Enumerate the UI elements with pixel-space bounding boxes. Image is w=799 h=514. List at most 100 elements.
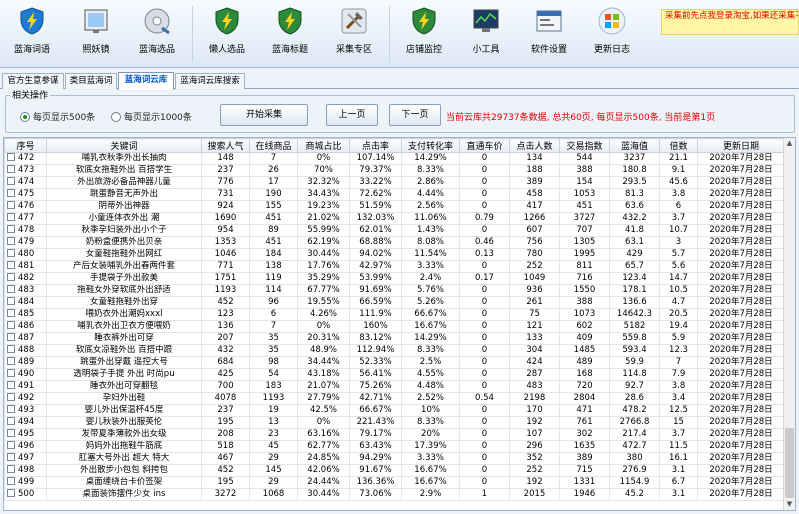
table-row[interactable]: 497 肛塞大号外出 超大 特大 467 29 24.85% 94.29% 3.33% 0 35… <box>4 452 785 465</box>
next-page-button[interactable]: 下一页 <box>389 104 441 126</box>
row-checkbox[interactable] <box>7 213 15 221</box>
row-checkbox[interactable] <box>7 165 15 173</box>
row-checkbox[interactable] <box>7 285 15 293</box>
table-row[interactable]: 498 外出散步小包包 斜挎包 452 145 42.06% 91.67% 16.67% 0 2… <box>4 464 785 477</box>
radio-500-per-page[interactable]: 每页显示500条 <box>20 110 95 123</box>
tab-category-words[interactable]: 类目蓝海词 <box>65 73 117 89</box>
table-row[interactable]: 493 婴儿外出保温杯45度 237 19 42.5% 66.67% 10% 0 170 471 4… <box>4 404 785 417</box>
row-checkbox[interactable] <box>7 297 15 305</box>
row-checkbox[interactable] <box>7 153 15 161</box>
table-row[interactable]: 480 女童鞋拖鞋外出网红 1046 184 30.44% 94.02% 11.54% 0.1… <box>4 248 785 261</box>
column-header[interactable]: 搜索人气 <box>201 138 250 153</box>
column-header[interactable]: 关键词 <box>46 138 202 153</box>
column-header[interactable]: 更新日期 <box>697 138 785 153</box>
toolbar-label: 蓝海选品 <box>138 45 175 55</box>
column-header[interactable]: 在线商品 <box>249 138 298 153</box>
toolbar-button-mirror[interactable]: 照妖镜 <box>68 4 124 64</box>
row-checkbox[interactable] <box>7 453 15 461</box>
vertical-scrollbar[interactable]: ▲ ▼ <box>783 138 795 510</box>
column-header[interactable]: 直通车价 <box>459 138 510 153</box>
table-row[interactable]: 489 跳蛋外出穿戴 遥控大号 684 98 34.44% 52.33% 2.5% 0 424 4… <box>4 356 785 369</box>
row-checkbox[interactable] <box>7 189 15 197</box>
row-checkbox[interactable] <box>7 237 15 245</box>
table-row[interactable]: 488 软底女凉鞋外出 百搭中跟 432 35 48.9% 112.94% 8.33% 0 30… <box>4 344 785 357</box>
row-checkbox[interactable] <box>7 225 15 233</box>
scroll-up-icon[interactable]: ▲ <box>784 138 795 149</box>
table-row[interactable]: 492 孕妇外出鞋 4078 1193 27.79% 42.71% 2.52% 0.54 219… <box>4 392 785 405</box>
column-header[interactable]: 点击率 <box>349 138 402 153</box>
table-row[interactable]: 484 女童鞋拖鞋外出穿 452 96 19.55% 66.59% 5.26% 0 261 388… <box>4 296 785 309</box>
column-header[interactable]: 商城占比 <box>297 138 350 153</box>
row-checkbox[interactable] <box>7 333 15 341</box>
row-checkbox[interactable] <box>7 393 15 401</box>
row-checkbox[interactable] <box>7 489 15 497</box>
column-header[interactable]: 蓝海值 <box>609 138 660 153</box>
row-checkbox[interactable] <box>7 249 15 257</box>
table-row[interactable]: 476 阴蒂外出神器 924 155 19.23% 51.59% 2.56% 0 417 451 6… <box>4 200 785 213</box>
row-checkbox[interactable] <box>7 405 15 413</box>
radio-1000-per-page[interactable]: 每页显示1000条 <box>111 110 192 123</box>
toolbar-button-product-selection[interactable]: 蓝海选品 <box>129 4 185 64</box>
table-row[interactable]: 477 小童连体衣外出 潮 1690 451 21.02% 132.03% 11.06% 0.… <box>4 212 785 225</box>
tab-official-analytics[interactable]: 官方生意参谋 <box>2 73 64 89</box>
table-row[interactable]: 500 桌面装饰摆件少女 ins 3272 1068 30.44% 73.06% 2.9% 1… <box>4 488 785 501</box>
row-checkbox[interactable] <box>7 309 15 317</box>
row-checkbox[interactable] <box>7 201 15 209</box>
table-row[interactable]: 485 喂奶衣外出潮妈xxxl 123 6 4.26% 111.9% 66.67% 0 75 10… <box>4 308 785 321</box>
table-row[interactable]: 478 秋季孕妇装外出小个子 954 89 55.99% 62.01% 1.43% 0 607 7… <box>4 224 785 237</box>
row-checkbox[interactable] <box>7 357 15 365</box>
toolbar-button-changelog[interactable]: 更新日志 <box>584 4 640 64</box>
column-header[interactable]: 支付转化率 <box>401 138 460 153</box>
row-checkbox[interactable] <box>7 381 15 389</box>
row-checkbox[interactable] <box>7 429 15 437</box>
table-row[interactable]: 479 奶粉盒便携外出贝亲 1353 451 62.19% 68.88% 8.08% 0.46… <box>4 236 785 249</box>
table-row[interactable]: 472 哺乳衣秋季外出长抽肉 148 7 0% 107.14% 14.29% 0 134 544 3… <box>4 152 785 165</box>
row-checkbox[interactable] <box>7 441 15 449</box>
row-checkbox[interactable] <box>7 261 15 269</box>
tab-cloud-library-search[interactable]: 蓝海词云库搜索 <box>175 73 245 89</box>
table-row[interactable]: 481 产后女装哺乳外出春两件套 771 138 17.76% 42.97% 3.33% 0 2… <box>4 260 785 273</box>
scroll-down-icon[interactable]: ▼ <box>784 499 795 510</box>
column-header[interactable]: 点击人数 <box>509 138 560 153</box>
table-row[interactable]: 473 软底女拖鞋外出 百搭学生 237 26 70% 79.37% 8.33% 0 188 38… <box>4 164 785 177</box>
start-collect-button[interactable]: 开始采集 <box>220 104 308 126</box>
column-header[interactable]: 倍数 <box>659 138 698 153</box>
data-cell: 432 <box>201 344 250 357</box>
tab-cloud-library[interactable]: 蓝海词云库 <box>118 72 174 90</box>
table-row[interactable]: 487 睡衣裤外出可穿 207 35 20.31% 83.12% 14.29% 0 133 409… <box>4 332 785 345</box>
toolbar-button-settings[interactable]: 软件设置 <box>521 4 577 64</box>
toolbar-button-lazy-selection[interactable]: 懒人选品 <box>199 4 255 64</box>
column-header[interactable]: 交易指数 <box>559 138 610 153</box>
table-row[interactable]: 475 跳蛋静音无声外出 731 190 34.43% 72.62% 4.44% 0 458 10… <box>4 188 785 201</box>
table-row[interactable]: 494 婴儿秋装外出服英伦 195 13 0% 221.43% 8.33% 0 192 761 27… <box>4 416 785 429</box>
table-row[interactable]: 495 发带夏季薄款外出女级 208 23 63.16% 79.17% 20% 0 107 302… <box>4 428 785 441</box>
row-checkbox[interactable] <box>7 345 15 353</box>
row-checkbox[interactable] <box>7 369 15 377</box>
table-row[interactable]: 490 透明袋子手提 外出 时尚pu 425 54 43.18% 56.41% 4.55% 0… <box>4 368 785 381</box>
toolbar-button-title[interactable]: 蓝海标题 <box>262 4 318 64</box>
scrollbar-thumb[interactable] <box>785 428 794 498</box>
table-row[interactable]: 483 拖鞋女外穿软底外出舒适 1193 114 67.77% 91.69% 5.76% 0 9… <box>4 284 785 297</box>
data-cell: 7.9 <box>659 368 698 381</box>
row-checkbox[interactable] <box>7 177 15 185</box>
table-row[interactable]: 499 桌面缠绕台卡价签架 195 29 24.44% 136.36% 16.67% 0 192… <box>4 476 785 489</box>
keyword-table[interactable]: 序号 关键词 搜索人气 在线商品 商城占比 点击率 支付转化率 直通车价 点击人数 交易指数 蓝海值… <box>3 137 796 511</box>
row-checkbox[interactable] <box>7 417 15 425</box>
keyword-cell: 小童连体衣外出 潮 <box>46 212 202 225</box>
toolbar-button-blue-ocean-words[interactable]: 蓝海词语 <box>4 4 60 64</box>
table-row[interactable]: 486 哺乳衣外出卫衣方便喂奶 136 7 0% 160% 16.67% 0 121 602 518… <box>4 320 785 333</box>
table-row[interactable]: 482 手提袋子外出款美 1751 119 35.29% 53.99% 2.4% 0.17 10… <box>4 272 785 285</box>
toolbar-button-collection[interactable]: 采集专区 <box>326 4 382 64</box>
toolbar-button-shop-monitor[interactable]: 店铺监控 <box>396 4 452 64</box>
prev-page-button[interactable]: 上一页 <box>326 104 378 126</box>
row-checkbox[interactable] <box>7 273 15 281</box>
login-notice[interactable]: 采集前先点我登录淘宝,如果还采集不到数据请换其他淘宝账号登录 <box>661 9 799 35</box>
row-checkbox[interactable] <box>7 321 15 329</box>
table-row[interactable]: 496 妈妈外出拖鞋牛筋底 518 45 62.77% 63.43% 17.39% 0 296 1… <box>4 440 785 453</box>
column-header[interactable]: 序号 <box>4 138 47 153</box>
toolbar-button-tools[interactable]: 小工具 <box>458 4 514 64</box>
table-row[interactable]: 474 外出旅游必备品神器儿童 776 17 32.32% 33.22% 2.86% 0 389… <box>4 176 785 189</box>
row-checkbox[interactable] <box>7 477 15 485</box>
row-checkbox[interactable] <box>7 465 15 473</box>
table-row[interactable]: 491 睡衣外出可穿翻毯 700 183 21.07% 75.26% 4.48% 0 483 72… <box>4 380 785 393</box>
